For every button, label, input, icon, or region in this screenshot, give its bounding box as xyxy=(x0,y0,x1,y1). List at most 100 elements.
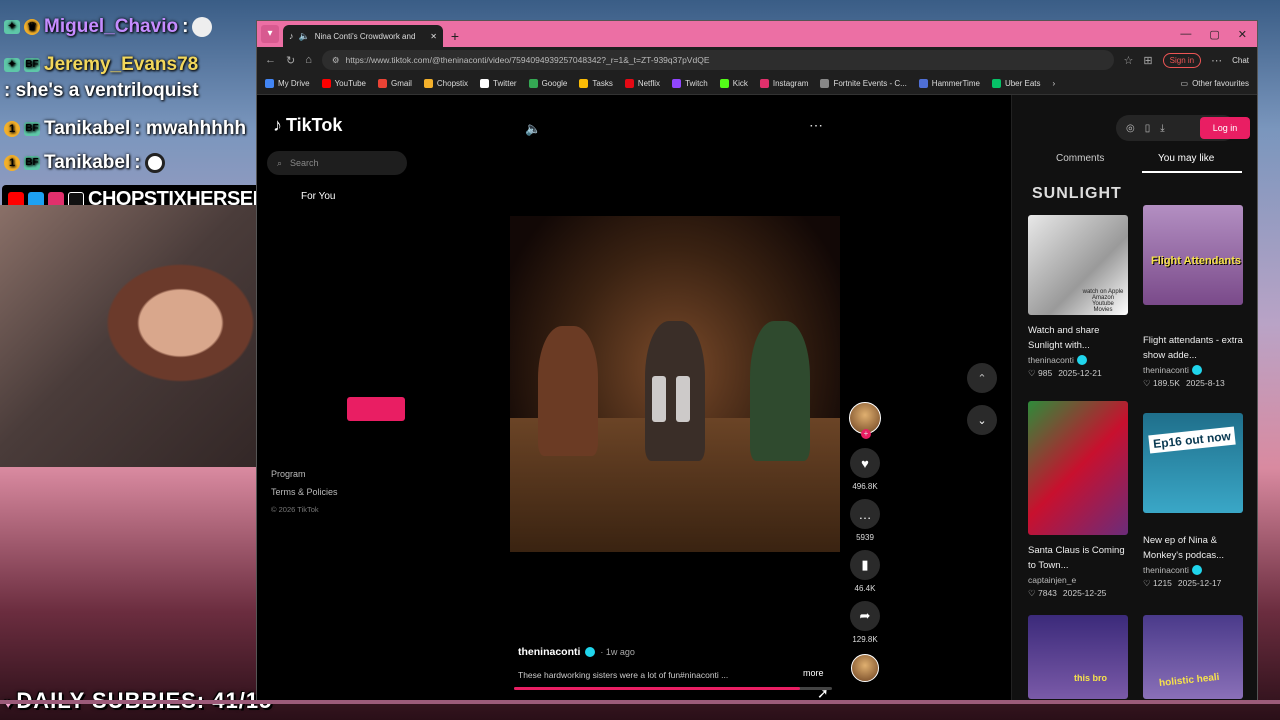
video-player[interactable] xyxy=(510,216,840,552)
badge-icon: BF xyxy=(24,58,40,72)
home-icon[interactable]: ⌂ xyxy=(305,54,312,66)
recommended-video-card[interactable]: Ep16 out now New ep of Nina & Monkey's p… xyxy=(1143,413,1243,589)
bookmark-item[interactable]: Gmail xyxy=(378,79,412,88)
chat-message: ✦ ♛ Miguel_Chavio : xyxy=(4,16,213,38)
minimize-icon[interactable]: — xyxy=(1180,28,1191,41)
volume-icon[interactable]: 🔈 xyxy=(525,121,541,137)
menu-icon[interactable]: ⋯ xyxy=(1211,54,1222,67)
badge-icon: 1 xyxy=(4,155,20,171)
heart-icon: ♡ xyxy=(1143,378,1151,388)
badge-icon: BF xyxy=(24,156,40,170)
bookmark-item[interactable]: Tasks xyxy=(579,79,613,88)
star-icon[interactable]: ☆ xyxy=(1124,54,1134,67)
other-favourites-folder[interactable]: ▭ Other favourites xyxy=(1181,79,1249,88)
bookmark-item[interactable]: Kick xyxy=(719,79,748,88)
url-field[interactable]: ⚙ https://www.tiktok.com/@theninaconti/v… xyxy=(321,50,1114,70)
bookmark-favicon-icon xyxy=(423,79,433,88)
bookmark-item[interactable]: Instagram xyxy=(759,79,808,88)
device-icon[interactable]: ▯ xyxy=(1145,123,1151,134)
previous-video-icon[interactable]: ⌃ xyxy=(967,363,997,393)
compass-icon[interactable]: ◎ xyxy=(1126,123,1135,134)
bookmark-favicon-icon xyxy=(321,79,331,88)
bookmark-item[interactable]: Twitter xyxy=(480,79,517,88)
footer-program-link[interactable]: Program xyxy=(271,469,306,479)
bookmark-item[interactable]: Twitch xyxy=(672,79,708,88)
chat-username: Jeremy_Evans78 xyxy=(44,54,199,75)
share-icon[interactable]: ➦ xyxy=(850,601,880,631)
recommended-video-card[interactable]: Flight Attendants Flight attendants - ex… xyxy=(1143,205,1243,389)
video-author[interactable]: theninaconti · 1w ago xyxy=(518,646,635,658)
bookmark-favicon-icon xyxy=(991,79,1001,88)
bookmark-favicon-icon xyxy=(918,79,928,88)
next-video-icon[interactable]: ⌄ xyxy=(967,405,997,435)
card-author[interactable]: theninaconti xyxy=(1028,355,1128,365)
close-tab-icon[interactable]: ✕ xyxy=(430,32,437,41)
bookmark-favicon-icon xyxy=(672,79,682,88)
pause-icon[interactable] xyxy=(652,376,690,422)
maximize-icon[interactable]: ▢ xyxy=(1209,28,1219,41)
recommended-video-card[interactable]: watch on Apple Amazon Youtube Movies Wat… xyxy=(1028,215,1128,379)
tiktok-logo[interactable]: ♪ TikTok xyxy=(273,115,342,136)
login-button[interactable] xyxy=(347,397,405,421)
chat-button[interactable]: Chat xyxy=(1232,56,1249,65)
recommended-video-card[interactable]: holistic heali xyxy=(1143,615,1243,699)
active-tab-indicator xyxy=(1142,171,1242,173)
recommended-video-card[interactable]: this bro xyxy=(1028,615,1128,699)
comment-icon[interactable]: … xyxy=(850,499,880,529)
heart-icon: ♡ xyxy=(1028,368,1036,378)
tab-you-may-like[interactable]: You may like xyxy=(1158,153,1214,164)
tab-search-icon[interactable]: ▾ xyxy=(261,25,279,43)
close-icon[interactable]: ✕ xyxy=(1238,28,1247,41)
card-stats: ♡ 7843 2025-12-25 xyxy=(1028,588,1107,598)
card-author[interactable]: theninaconti xyxy=(1143,565,1243,575)
search-input[interactable]: ⌕ Search xyxy=(267,151,407,175)
video-progress-bar[interactable] xyxy=(514,687,832,690)
card-author[interactable]: captainjen_e xyxy=(1028,575,1128,585)
speaker-icon[interactable]: 🔈 xyxy=(299,31,310,42)
video-caption: These hardworking sisters were a lot of … xyxy=(518,670,729,680)
bookmark-item[interactable]: Uber Eats xyxy=(991,79,1041,88)
card-stats: ♡ 985 2025-12-21 xyxy=(1028,368,1102,378)
back-icon[interactable]: ← xyxy=(265,54,276,66)
bookmark-favicon-icon xyxy=(820,79,830,88)
recommended-video-card[interactable]: Santa Claus is Coming to Town... captain… xyxy=(1028,401,1128,599)
bookmark-label: Google xyxy=(541,79,568,88)
chat-username: Tanikabel xyxy=(44,118,131,139)
badge-icon: 1 xyxy=(4,121,20,137)
bookmark-item[interactable]: Google xyxy=(528,79,568,88)
card-author[interactable]: theninaconti xyxy=(1143,365,1243,375)
bookmark-item[interactable]: YouTube xyxy=(321,79,366,88)
follow-plus-icon[interactable]: + xyxy=(861,429,871,439)
bookmark-item[interactable]: HammerTime xyxy=(918,79,980,88)
bookmark-favicon-icon xyxy=(759,79,769,88)
more-options-icon[interactable]: ⋯ xyxy=(809,117,823,134)
post-time: · 1w ago xyxy=(600,647,635,657)
bookmark-item[interactable]: Fortnite Events - C... xyxy=(820,79,907,88)
bookmark-item[interactable]: Netflix xyxy=(624,79,660,88)
author-avatar[interactable]: + xyxy=(849,402,881,439)
new-tab-button[interactable]: + xyxy=(443,28,467,44)
bookmarks-overflow-icon[interactable]: › xyxy=(1053,79,1056,88)
log-in-button[interactable]: Log in xyxy=(1200,117,1250,139)
tab-tiktok[interactable]: ♪ 🔈 Nina Conti's Crowdwork and ✕ xyxy=(283,25,443,47)
more-button[interactable]: more xyxy=(803,668,824,678)
sidebar-item-for-you[interactable]: For You xyxy=(301,191,335,202)
reload-icon[interactable]: ↻ xyxy=(286,54,295,67)
video-thumbnail: Flight Attendants xyxy=(1143,205,1243,305)
footer-terms-link[interactable]: Terms & Policies xyxy=(271,487,338,497)
extensions-icon[interactable]: ⊞ xyxy=(1143,54,1152,67)
bookmark-label: Chopstix xyxy=(436,79,469,88)
bookmark-item[interactable]: Chopstix xyxy=(423,79,469,88)
download-icon[interactable]: ⤓ xyxy=(1160,123,1164,134)
music-disc-icon[interactable] xyxy=(851,654,879,682)
video-thumbnail: this bro xyxy=(1028,615,1128,699)
bookmark-favicon-icon xyxy=(528,79,538,88)
site-info-icon[interactable]: ⚙ xyxy=(332,55,340,66)
bookmark-icon[interactable]: ▮ xyxy=(850,550,880,580)
tab-comments[interactable]: Comments xyxy=(1056,153,1104,164)
bookmark-favicon-icon xyxy=(579,79,589,88)
bookmark-item[interactable]: My Drive xyxy=(265,79,310,88)
like-heart-icon[interactable]: ♥ xyxy=(850,448,880,478)
bookmark-label: Twitch xyxy=(685,79,708,88)
sign-in-button[interactable]: Sign in xyxy=(1162,52,1202,68)
